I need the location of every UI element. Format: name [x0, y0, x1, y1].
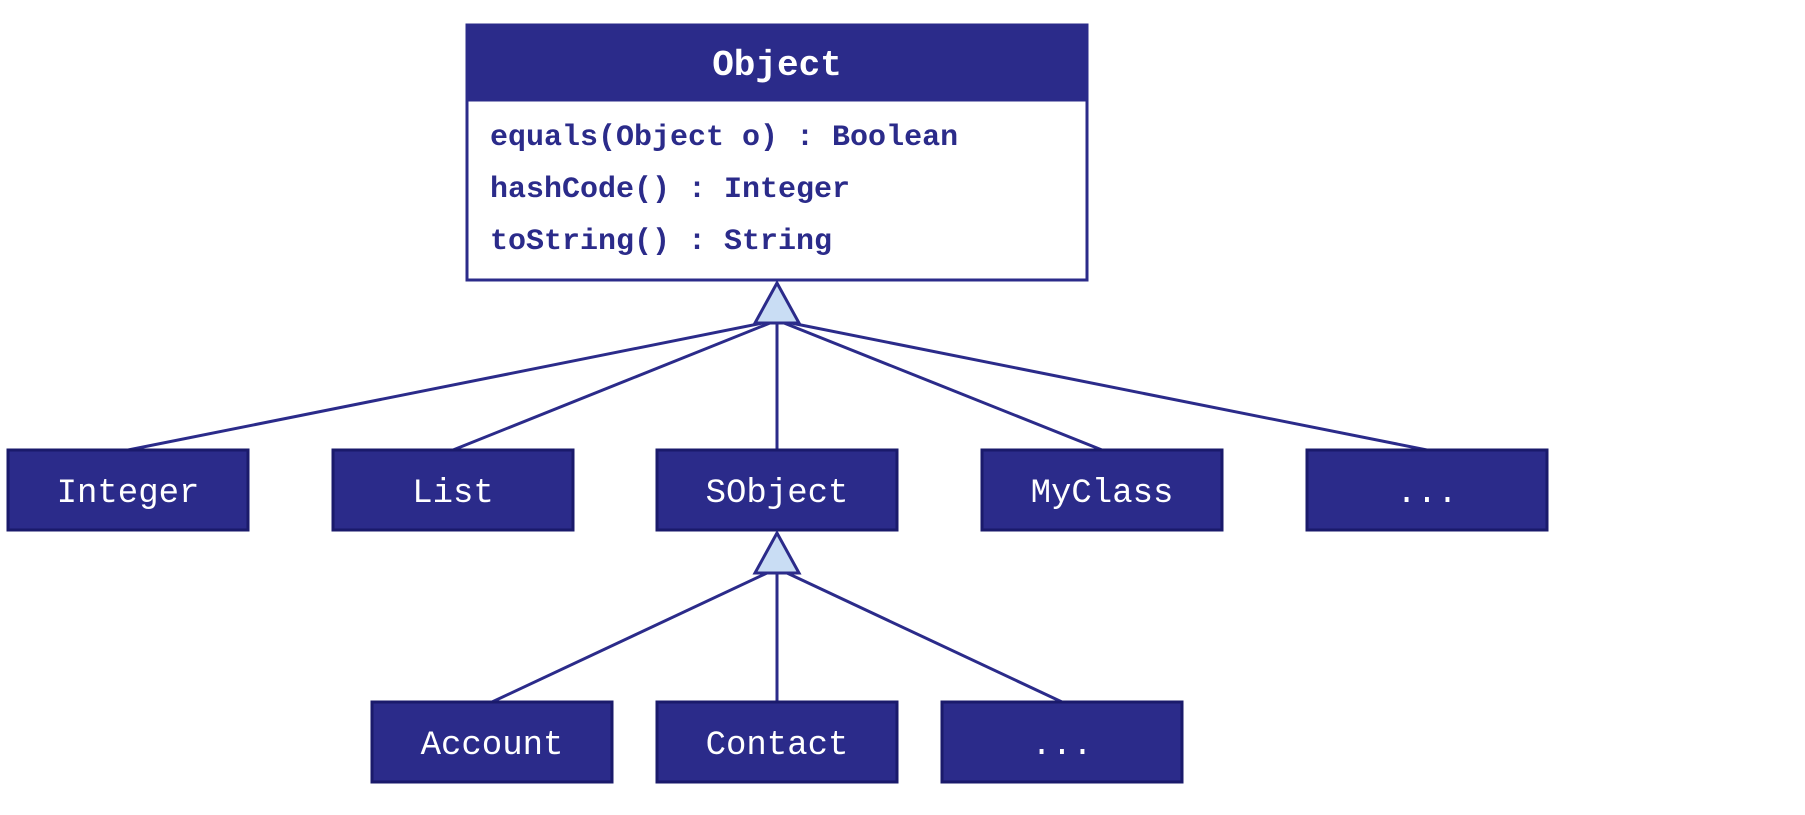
root-class-name: Object: [712, 45, 842, 86]
child-label: MyClass: [1031, 475, 1174, 513]
class-hierarchy-diagram: Object equals(Object o) : Boolean hashCo…: [0, 0, 1805, 815]
root-method: equals(Object o) : Boolean: [490, 121, 958, 155]
child-box: Integer: [8, 450, 248, 530]
root-method: toString() : String: [490, 225, 832, 259]
grandchild-label: ...: [1031, 727, 1092, 765]
root-method: hashCode() : Integer: [490, 173, 850, 207]
child-box-sobject: SObject: [657, 450, 897, 530]
inheritance-arrow-icon: [755, 283, 799, 323]
child-label: ...: [1396, 475, 1457, 513]
root-class-box: Object equals(Object o) : Boolean hashCo…: [467, 25, 1087, 280]
child-label: SObject: [706, 475, 849, 513]
child-box: ...: [1307, 450, 1547, 530]
grandchild-box: ...: [942, 702, 1182, 782]
grandchild-label: Account: [421, 727, 564, 765]
child-label: Integer: [57, 475, 200, 513]
child-label: List: [412, 475, 494, 513]
grandchild-label: Contact: [706, 727, 849, 765]
connectors-level1: [128, 323, 1427, 450]
grandchild-box: Account: [372, 702, 612, 782]
grandchild-box: Contact: [657, 702, 897, 782]
child-box: MyClass: [982, 450, 1222, 530]
connectors-level2: [492, 573, 1062, 702]
child-box: List: [333, 450, 573, 530]
inheritance-arrow-icon: [755, 533, 799, 573]
